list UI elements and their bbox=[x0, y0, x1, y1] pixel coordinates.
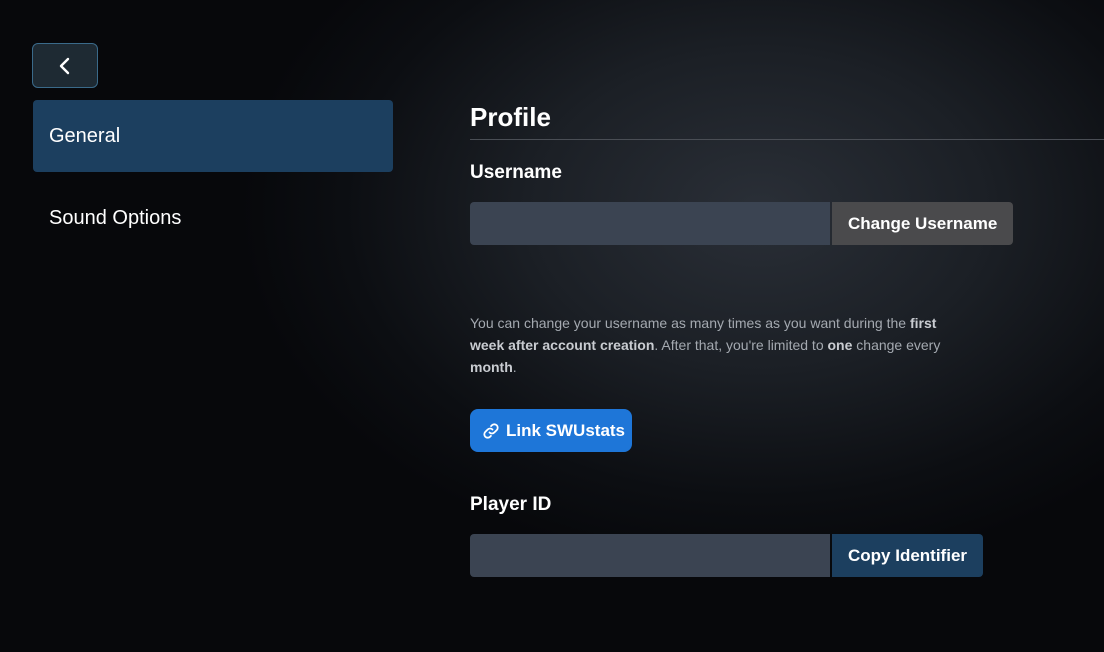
chevron-left-icon bbox=[59, 57, 70, 74]
username-row: Change Username bbox=[470, 202, 1104, 245]
copy-identifier-button[interactable]: Copy Identifier bbox=[832, 534, 984, 577]
player-id-input[interactable] bbox=[470, 534, 830, 577]
player-id-row: Copy Identifier bbox=[470, 534, 1104, 577]
username-label: Username bbox=[470, 162, 562, 183]
change-username-button[interactable]: Change Username bbox=[832, 202, 1014, 245]
sidebar-item-label: Sound Options bbox=[49, 206, 182, 229]
back-button[interactable] bbox=[32, 43, 98, 88]
username-help-text: You can change your username as many tim… bbox=[470, 315, 941, 375]
username-input[interactable] bbox=[470, 202, 830, 245]
sidebar-item-sound-options[interactable]: Sound Options bbox=[33, 182, 393, 254]
profile-panel: Profile Username Change Username You can… bbox=[470, 100, 1104, 577]
sidebar-item-label: General bbox=[49, 124, 121, 147]
player-id-label: Player ID bbox=[470, 494, 552, 515]
settings-sidebar: General Sound Options bbox=[33, 100, 393, 254]
link-swustats-label: Link SWUstats bbox=[506, 420, 626, 440]
link-swustats-button[interactable]: Link SWUstats bbox=[470, 409, 632, 452]
divider bbox=[470, 139, 1104, 140]
section-title: Profile bbox=[470, 101, 551, 132]
sidebar-item-general[interactable]: General bbox=[33, 100, 393, 172]
link-icon bbox=[483, 422, 499, 439]
